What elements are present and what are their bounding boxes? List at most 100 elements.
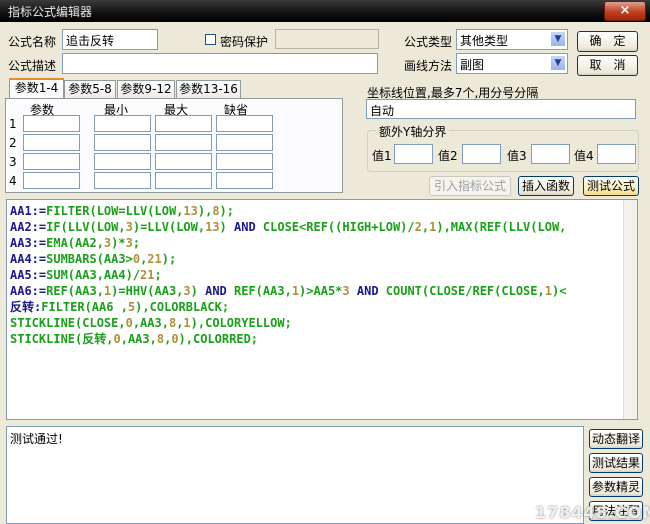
param-default-input[interactable]: [216, 172, 273, 189]
code-token: 21: [140, 268, 155, 282]
param-max-input[interactable]: [155, 172, 212, 189]
code-lines: AA1:=FILTER(LOW=LLV(LOW,13),8); AA2:=IF(L…: [7, 200, 637, 347]
param-name-input[interactable]: [23, 115, 80, 132]
code-line: AA2:=IF(LLV(LOW,3)=LLV(LOW,13) AND CLOSE…: [7, 219, 637, 235]
code-token: FILTER(LOW=LLV(LOW,: [46, 204, 184, 218]
param-max-input[interactable]: [155, 153, 212, 170]
code-token: 13: [183, 204, 198, 218]
code-token: 0: [132, 252, 141, 266]
param-name-input[interactable]: [23, 134, 80, 151]
formula-desc-label: 公式描述: [8, 59, 57, 73]
y-value-label: 值4: [574, 149, 594, 163]
code-token: 1: [544, 284, 552, 298]
insert-function-button[interactable]: 插入函数: [518, 176, 574, 196]
param-min-input[interactable]: [94, 153, 151, 170]
code-token: );: [219, 204, 234, 218]
code-token: 1: [291, 284, 300, 298]
formula-code-editor[interactable]: AA1:=FILTER(LOW=LLV(LOW,13),8); AA2:=IF(L…: [6, 199, 638, 420]
code-token: ),MAX(REF(LLV(LOW,: [436, 220, 567, 234]
code-line: AA5:=SUM(AA3,AA4)/21;: [7, 267, 637, 283]
test-output-text: 测试通过!: [10, 432, 63, 446]
param-max-input[interactable]: [155, 115, 212, 132]
axis-position-input[interactable]: 自动: [366, 99, 636, 119]
code-line: STICKLINE(CLOSE,0,AA3,8,1),COLORYELLOW;: [7, 315, 637, 331]
tab-params-5-8[interactable]: 参数5-8: [64, 80, 116, 99]
code-token: ): [219, 220, 234, 234]
code-token: ;: [154, 268, 162, 282]
formula-type-value: 其他类型: [460, 34, 509, 48]
param-row-label: 1: [9, 117, 17, 131]
code-line: AA6:=REF(AA3,1)=HHV(AA3,3) AND REF(AA3,1…: [7, 283, 637, 299]
y-value-2-input[interactable]: [462, 144, 501, 164]
code-token: CLOSE<REF((HIGH+LOW)/: [255, 220, 415, 234]
code-token: REF(AA3,: [226, 284, 292, 298]
password-checkbox[interactable]: [205, 34, 216, 45]
dynamic-translate-button[interactable]: 动态翻译: [589, 429, 643, 449]
code-token: STICKLINE(CLOSE,: [10, 316, 126, 330]
import-formula-button[interactable]: 引入指标公式: [429, 176, 511, 196]
param-wizard-button[interactable]: 参数精灵: [589, 477, 643, 497]
y-value-label: 值2: [438, 149, 458, 163]
test-formula-button[interactable]: 测试公式: [583, 176, 639, 196]
code-editor-scrollbar[interactable]: [623, 200, 637, 419]
cancel-button[interactable]: 取 消: [577, 55, 638, 76]
formula-name-input[interactable]: 追击反转: [62, 29, 158, 50]
param-max-input[interactable]: [155, 134, 212, 151]
param-row-label: 3: [9, 155, 17, 169]
code-token: ),: [197, 204, 213, 218]
code-token: AA5:=: [10, 268, 47, 282]
code-token: )<: [551, 284, 567, 298]
param-name-input[interactable]: [23, 153, 80, 170]
code-token: )=LLV(LOW,: [132, 220, 206, 234]
code-token: ,AA3,: [132, 316, 169, 330]
code-line: STICKLINE(反转,0,AA3,8,0),COLORRED;: [7, 331, 637, 347]
password-input[interactable]: [275, 29, 379, 49]
code-token: 3: [183, 284, 191, 298]
code-token: )=HHV(AA3,: [111, 284, 184, 298]
title-bar: 指标公式编辑器 ×: [0, 0, 650, 22]
draw-method-value: 副图: [460, 58, 485, 72]
param-row-label: 4: [9, 174, 17, 188]
tab-params-13-16[interactable]: 参数13-16: [176, 80, 241, 99]
code-token: REF(AA3,: [46, 284, 104, 298]
test-output-area: 测试通过!: [6, 426, 584, 524]
draw-method-label: 画线方法: [404, 59, 453, 73]
code-token: EMA(AA2,: [46, 236, 104, 250]
code-token: SUMBARS(AA3>: [46, 252, 133, 266]
close-button[interactable]: ×: [604, 1, 646, 21]
code-token: 21: [147, 252, 162, 266]
code-token: ),COLORBLACK;: [135, 300, 230, 314]
param-default-input[interactable]: [216, 115, 273, 132]
test-result-button[interactable]: 测试结果: [589, 453, 643, 473]
y-value-1-input[interactable]: [394, 144, 433, 164]
param-min-input[interactable]: [94, 115, 151, 132]
ok-button[interactable]: 确 定: [577, 31, 638, 52]
y-value-label: 值3: [507, 149, 527, 163]
y-value-4-input[interactable]: [597, 144, 636, 164]
param-min-input[interactable]: [94, 172, 151, 189]
code-line: AA1:=FILTER(LOW=LLV(LOW,13),8);: [7, 203, 637, 219]
param-default-input[interactable]: [216, 134, 273, 151]
tab-params-9-12[interactable]: 参数9-12: [117, 80, 175, 99]
param-row-label: 2: [9, 136, 17, 150]
code-token: AA6:=: [10, 284, 47, 298]
code-token: ),COLORRED;: [178, 332, 259, 346]
param-name-input[interactable]: [23, 172, 80, 189]
code-token: 13: [205, 220, 220, 234]
site-watermark: 178448.COM: [535, 503, 650, 522]
code-token: 2: [414, 220, 422, 234]
param-default-input[interactable]: [216, 153, 273, 170]
param-min-input[interactable]: [94, 134, 151, 151]
code-token: 0: [125, 316, 133, 330]
chevron-down-icon[interactable]: ▼: [550, 31, 566, 47]
code-token: SUM(AA3,AA4)/: [46, 268, 141, 282]
code-token: ),COLORYELLOW;: [190, 316, 292, 330]
code-token: FILTER(AA6 ,: [41, 300, 128, 314]
tab-params-1-4[interactable]: 参数1-4: [9, 78, 64, 99]
code-token: 反转:: [10, 300, 42, 314]
chevron-down-icon[interactable]: ▼: [550, 55, 566, 71]
y-value-3-input[interactable]: [531, 144, 570, 164]
code-token: ): [190, 284, 206, 298]
formula-desc-input[interactable]: [62, 53, 378, 74]
